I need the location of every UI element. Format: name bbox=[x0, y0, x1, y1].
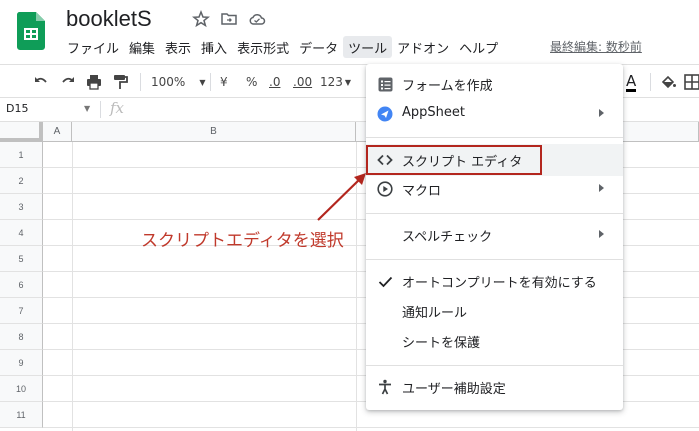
menu-insert[interactable]: 挿入 bbox=[196, 36, 232, 58]
select-all-corner[interactable] bbox=[0, 122, 43, 142]
toolbar-divider bbox=[650, 73, 651, 91]
zoom-value: 100% bbox=[151, 75, 186, 89]
row-header[interactable]: 8 bbox=[0, 324, 43, 350]
menu-item-label: シートを保護 bbox=[402, 336, 481, 351]
currency-format-button[interactable]: ¥ bbox=[220, 72, 228, 92]
borders-icon[interactable] bbox=[684, 72, 699, 92]
menu-divider bbox=[366, 365, 623, 366]
toolbar-divider bbox=[140, 73, 141, 91]
menu-format[interactable]: 表示形式 bbox=[232, 36, 294, 58]
submenu-arrow-icon bbox=[599, 184, 604, 192]
increase-decimal-button[interactable]: .00 bbox=[293, 72, 312, 92]
undo-icon[interactable] bbox=[33, 72, 49, 92]
menu-edit[interactable]: 編集 bbox=[124, 36, 160, 58]
menu-item-protect-sheet[interactable]: シートを保護 bbox=[366, 327, 623, 355]
text-color-button[interactable]: A bbox=[626, 71, 637, 92]
menu-item-accessibility-settings[interactable]: ユーザー補助設定 bbox=[366, 373, 623, 401]
menu-help[interactable]: ヘルプ bbox=[454, 36, 503, 58]
currency-label: ¥ bbox=[220, 75, 228, 89]
menu-divider bbox=[366, 213, 623, 214]
percent-format-button[interactable]: % bbox=[246, 72, 257, 92]
print-icon[interactable] bbox=[86, 72, 102, 92]
menu-item-label: スペルチェック bbox=[402, 230, 493, 245]
row-gridline bbox=[43, 427, 699, 428]
toolbar-divider bbox=[210, 73, 211, 91]
sheets-logo-icon[interactable] bbox=[17, 12, 45, 50]
menu-divider bbox=[366, 259, 623, 260]
column-gridline bbox=[72, 142, 73, 431]
column-header-b[interactable]: B bbox=[72, 122, 356, 142]
menu-tools[interactable]: ツール bbox=[343, 36, 393, 58]
menu-item-label: フォームを作成 bbox=[402, 79, 493, 94]
appsheet-icon bbox=[377, 106, 393, 122]
row-header[interactable]: 5 bbox=[0, 246, 43, 272]
menu-item-label: ユーザー補助設定 bbox=[402, 382, 506, 397]
menu-item-notification-rules[interactable]: 通知ルール bbox=[366, 297, 623, 325]
percent-label: % bbox=[246, 75, 258, 89]
menu-data[interactable]: データ bbox=[294, 36, 343, 58]
menu-item-label: オートコンプリートを有効にする bbox=[402, 276, 597, 291]
row-header[interactable]: 7 bbox=[0, 298, 43, 324]
last-edit-link[interactable]: 最終編集: 数秒前 bbox=[550, 38, 642, 55]
menu-file[interactable]: ファイル bbox=[62, 36, 124, 58]
submenu-arrow-icon bbox=[599, 230, 604, 238]
row-header[interactable]: 3 bbox=[0, 194, 43, 220]
menu-bar: ファイル 編集 表示 挿入 表示形式 データ ツール アドオン ヘルプ bbox=[62, 36, 503, 58]
highlight-box bbox=[366, 145, 542, 175]
name-box[interactable]: D15 bbox=[6, 102, 28, 115]
increase-decimal-label: .00 bbox=[293, 75, 313, 89]
star-icon[interactable] bbox=[192, 10, 210, 28]
menu-divider bbox=[366, 137, 623, 138]
row-header[interactable]: 9 bbox=[0, 350, 43, 376]
row-header[interactable]: 4 bbox=[0, 220, 43, 246]
fx-icon: fx bbox=[110, 99, 125, 117]
accessibility-icon bbox=[377, 379, 393, 395]
menu-item-autocomplete[interactable]: オートコンプリートを有効にする bbox=[366, 267, 623, 295]
formula-bar-divider bbox=[100, 101, 101, 118]
check-icon bbox=[377, 273, 393, 289]
fill-color-icon[interactable] bbox=[660, 72, 676, 92]
number-format-label: 123 bbox=[320, 75, 343, 89]
document-title[interactable]: bookletS bbox=[66, 6, 152, 32]
play-circle-icon bbox=[377, 181, 393, 197]
menu-item-macros[interactable]: マクロ bbox=[366, 175, 623, 203]
zoom-caret-icon: ▼ bbox=[199, 77, 206, 87]
column-header-a[interactable]: A bbox=[43, 122, 72, 142]
zoom-select[interactable]: 100% ▼ bbox=[151, 72, 205, 92]
row-header[interactable]: 10 bbox=[0, 376, 43, 402]
menu-view[interactable]: 表示 bbox=[160, 36, 196, 58]
name-box-caret-icon[interactable]: ▼ bbox=[84, 104, 90, 113]
tools-dropdown-menu: フォームを作成 AppSheet スクリプト エディタ マクロ スペルチェック … bbox=[366, 64, 623, 410]
submenu-arrow-icon bbox=[599, 109, 604, 117]
decrease-decimal-label: .0 bbox=[269, 75, 281, 89]
row-header[interactable]: 1 bbox=[0, 142, 43, 168]
move-folder-icon[interactable] bbox=[220, 10, 238, 28]
row-header[interactable]: 6 bbox=[0, 272, 43, 298]
text-color-label: A bbox=[626, 71, 637, 92]
decrease-decimal-button[interactable]: .0 bbox=[269, 72, 280, 92]
number-format-caret-icon: ▼ bbox=[344, 77, 352, 87]
menu-item-label: マクロ bbox=[402, 184, 442, 199]
menu-item-label: 通知ルール bbox=[402, 306, 468, 321]
paint-format-icon[interactable] bbox=[112, 72, 128, 92]
menu-item-label: AppSheet bbox=[402, 105, 465, 120]
menu-item-appsheet[interactable]: AppSheet bbox=[366, 100, 623, 128]
row-header[interactable]: 2 bbox=[0, 168, 43, 194]
form-icon bbox=[377, 76, 393, 92]
annotation-arrow-icon bbox=[317, 173, 366, 221]
cloud-status-icon[interactable] bbox=[248, 10, 266, 28]
annotation-label: スクリプトエディタを選択 bbox=[141, 231, 344, 251]
row-header[interactable]: 11 bbox=[0, 402, 43, 428]
menu-addons[interactable]: アドオン bbox=[392, 36, 454, 58]
number-format-select[interactable]: 123 ▼ bbox=[320, 72, 351, 92]
menu-item-spellcheck[interactable]: スペルチェック bbox=[366, 221, 623, 249]
menu-item-create-form[interactable]: フォームを作成 bbox=[366, 70, 623, 98]
redo-icon[interactable] bbox=[60, 72, 76, 92]
